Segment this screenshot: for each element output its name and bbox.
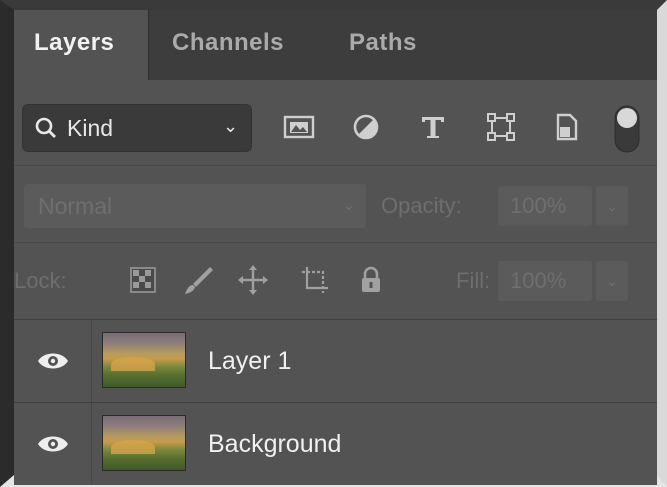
lock-transparent-pixels-icon[interactable] xyxy=(126,263,160,297)
search-icon xyxy=(35,105,57,166)
filter-kind-select[interactable]: Kind ⌄ xyxy=(22,104,252,152)
visibility-eye-icon[interactable] xyxy=(36,348,70,374)
chevron-down-icon: ⌄ xyxy=(342,197,356,214)
blend-mode-value: Normal xyxy=(38,193,113,219)
opacity-label: Opacity: xyxy=(381,193,462,218)
lock-image-pixels-icon[interactable] xyxy=(182,263,216,297)
fill-dropdown-button[interactable]: ⌄ xyxy=(596,261,628,301)
lock-artboard-icon[interactable] xyxy=(298,263,332,297)
lock-position-icon[interactable] xyxy=(236,263,270,297)
type-filter-icon[interactable] xyxy=(416,110,450,144)
lock-label: Lock: xyxy=(14,268,67,293)
chevron-down-icon: ⌄ xyxy=(223,116,239,136)
layer-name: Background xyxy=(208,430,342,458)
layer-filter-row: Kind ⌄ xyxy=(14,80,657,165)
fill-label: Fill: xyxy=(456,268,491,293)
divider xyxy=(91,403,92,485)
layers-panel: Layers Channels Paths Kind ⌄ Normal ⌄ Op… xyxy=(0,0,667,487)
blend-mode-select[interactable]: Normal ⌄ xyxy=(24,184,366,228)
tab-channels[interactable]: Channels xyxy=(172,10,327,80)
shape-filter-icon[interactable] xyxy=(484,110,518,144)
smart-object-filter-icon[interactable] xyxy=(549,110,583,144)
filter-toggle-icon[interactable] xyxy=(612,104,642,154)
layer-thumbnail xyxy=(102,415,186,471)
layer-name: Layer 1 xyxy=(208,347,292,375)
divider xyxy=(91,320,92,402)
fill-field[interactable]: 100% xyxy=(498,261,592,301)
layer-thumbnail xyxy=(102,332,186,388)
adjustment-filter-icon[interactable] xyxy=(349,110,383,144)
visibility-eye-icon[interactable] xyxy=(36,431,70,457)
blend-row: Normal ⌄ Opacity: 100% ⌄ xyxy=(14,166,657,242)
opacity-dropdown-button[interactable]: ⌄ xyxy=(596,186,628,226)
image-filter-icon[interactable] xyxy=(282,110,316,144)
tab-paths[interactable]: Paths xyxy=(349,10,449,80)
panel-tab-bar: Layers Channels Paths xyxy=(14,10,657,80)
layer-row[interactable]: Layer 1 xyxy=(14,320,657,402)
lock-row: Lock: Fill: 100% ⌄ xyxy=(14,243,657,319)
lock-all-icon[interactable] xyxy=(354,263,388,297)
opacity-field[interactable]: 100% xyxy=(498,186,592,226)
filter-kind-label: Kind xyxy=(67,115,114,141)
tab-layers[interactable]: Layers xyxy=(14,10,149,80)
layer-row[interactable]: Background xyxy=(14,403,657,485)
